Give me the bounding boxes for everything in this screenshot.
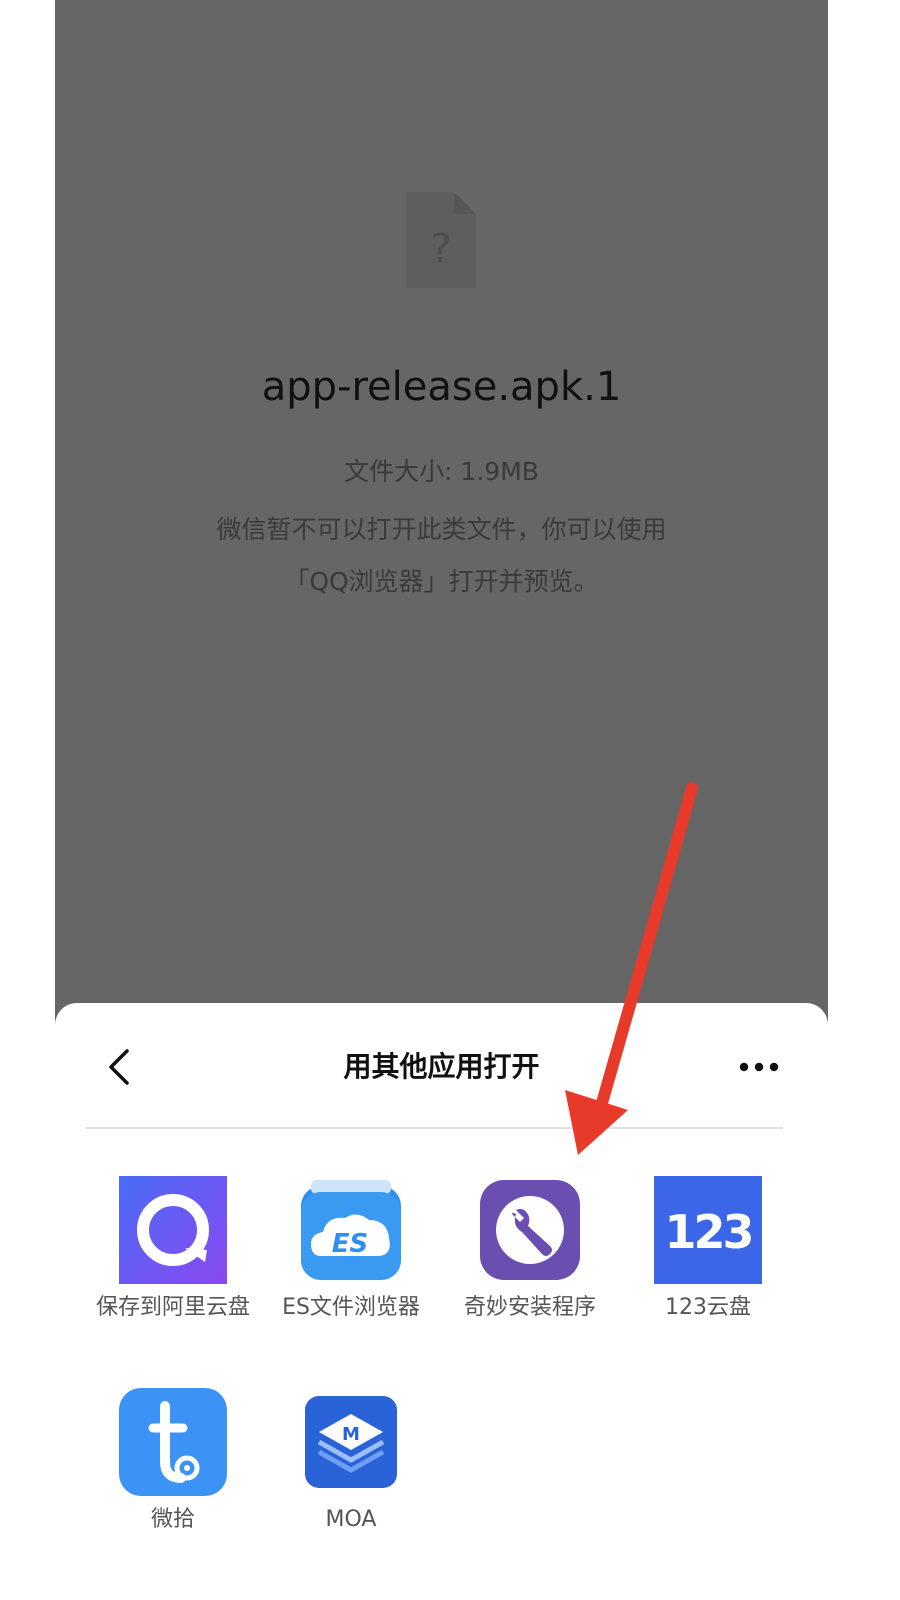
app-label: 保存到阿里云盘 (95, 1295, 250, 1320)
moa-icon: M (305, 1396, 397, 1488)
app-es-file-explorer[interactable]: ES ES文件浏览器 (271, 1176, 431, 1324)
unsupported-notice: 微信暂不可以打开此类文件，你可以使用 「QQ浏览器」打开并预览。 (55, 504, 828, 608)
more-dots-icon (739, 1062, 779, 1072)
svg-text:ES: ES (332, 1229, 369, 1259)
app-label: MOA (325, 1507, 377, 1532)
svg-text:?: ? (430, 226, 451, 272)
svg-text:123: 123 (664, 1205, 751, 1259)
notice-line-2: 「QQ浏览器」打开并预览。 (284, 567, 599, 596)
aliyun-drive-icon (119, 1176, 227, 1284)
123-cloud-icon: 123 (654, 1176, 762, 1284)
app-label: 奇妙安装程序 (463, 1295, 596, 1320)
file-name: app-release.apk.1 (261, 364, 622, 410)
installer-wrench-icon (480, 1180, 580, 1280)
open-with-sheet: 用其他应用打开 保存到阿里云盘 ES ES文件浏览器 奇妙安装程序 123 12… (55, 1003, 828, 1600)
app-123-cloud[interactable]: 123 123云盘 (628, 1176, 788, 1324)
file-size: 文件大小: 1.9MB (344, 457, 539, 486)
app-label: 123云盘 (665, 1295, 751, 1320)
unknown-file-icon: ? (406, 192, 476, 288)
es-file-explorer-icon: ES (301, 1180, 401, 1280)
app-label: 微拾 (150, 1507, 195, 1532)
sheet-title: 用其他应用打开 (343, 1050, 540, 1083)
svg-text:M: M (342, 1424, 360, 1445)
app-installer[interactable]: 奇妙安装程序 (450, 1176, 610, 1324)
phone-screen: ? app-release.apk.1 文件大小: 1.9MB 微信暂不可以打开… (55, 0, 828, 1600)
divider (86, 1127, 783, 1129)
file-preview-page: ? app-release.apk.1 文件大小: 1.9MB 微信暂不可以打开… (55, 0, 828, 1040)
more-button[interactable] (737, 1051, 781, 1083)
notice-line-1: 微信暂不可以打开此类文件，你可以使用 (216, 515, 667, 544)
app-weishi[interactable]: 微拾 (93, 1388, 253, 1536)
weishi-icon (119, 1388, 227, 1496)
app-moa[interactable]: M MOA (271, 1388, 431, 1536)
app-label: ES文件浏览器 (282, 1295, 420, 1320)
app-aliyun-drive[interactable]: 保存到阿里云盘 (93, 1176, 253, 1324)
